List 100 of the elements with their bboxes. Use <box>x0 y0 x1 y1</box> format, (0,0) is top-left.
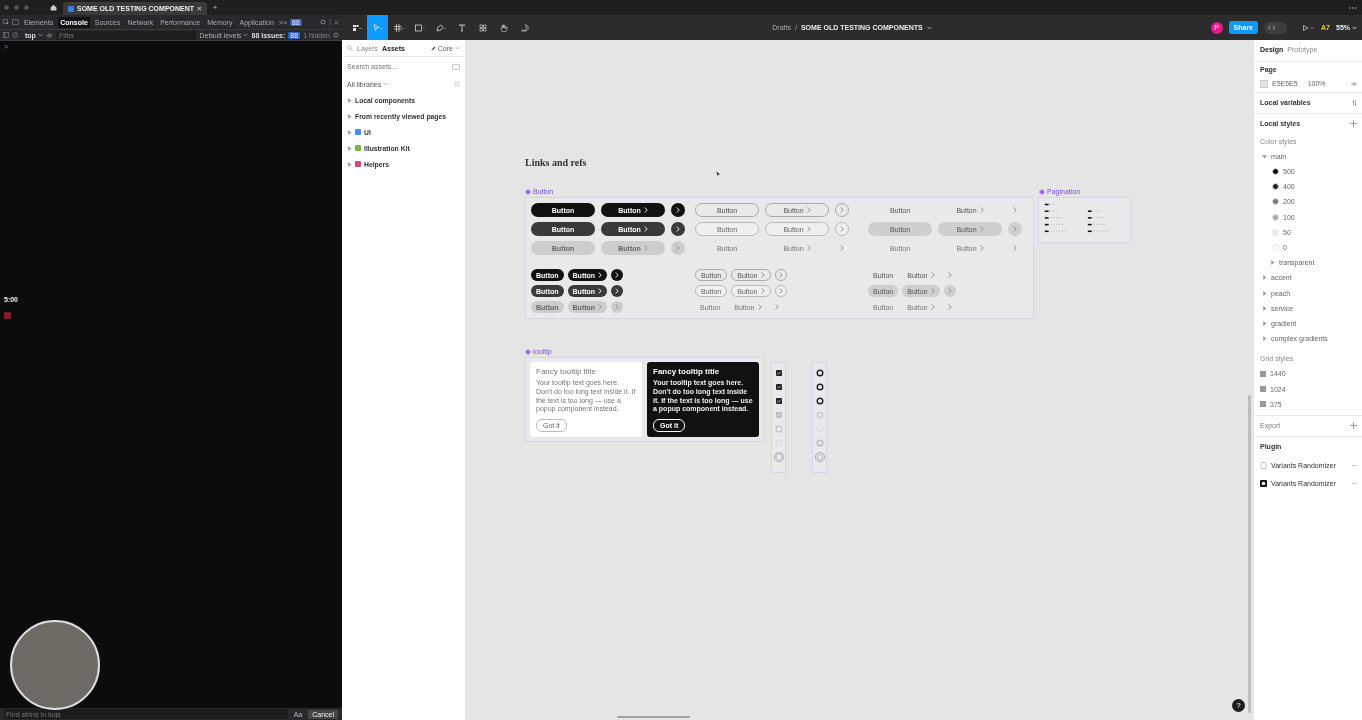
plus-icon[interactable] <box>1350 120 1357 128</box>
chevron-icon <box>615 272 620 278</box>
disclosure-icon[interactable] <box>347 129 352 135</box>
disclosure-icon[interactable] <box>1262 320 1267 326</box>
settings-icon[interactable] <box>333 32 339 38</box>
chevron-icon <box>1013 245 1017 251</box>
disclosure-icon[interactable] <box>347 97 352 103</box>
close-button[interactable]: × <box>197 4 202 13</box>
checkbox[interactable] <box>773 368 784 378</box>
cursor-icon[interactable] <box>372 23 383 32</box>
play-icon[interactable] <box>1303 24 1316 31</box>
settings-icon[interactable] <box>320 19 326 25</box>
window-controls-icon[interactable] <box>4 5 30 10</box>
menu-icon[interactable] <box>351 23 362 32</box>
frame-icon[interactable] <box>393 23 404 32</box>
components-icon[interactable] <box>478 23 487 32</box>
component-frame[interactable] <box>812 362 827 473</box>
chevron-icon <box>930 272 935 278</box>
close-icon[interactable] <box>334 19 339 25</box>
chevron-icon <box>778 288 783 294</box>
component-frame[interactable] <box>525 197 1034 319</box>
chevron-icon <box>947 272 952 278</box>
chevron-icon <box>778 272 783 278</box>
chevron-icon <box>774 304 779 310</box>
more-icon[interactable] <box>1349 5 1357 10</box>
chevron-icon <box>598 272 603 278</box>
icon-button[interactable] <box>671 203 685 217</box>
comment-icon[interactable] <box>520 23 529 32</box>
disclosure-icon[interactable] <box>1262 305 1267 311</box>
chevron-icon <box>760 288 765 294</box>
tooltip-title: Fancy tooltip title <box>653 367 721 376</box>
checkbox[interactable] <box>773 396 784 406</box>
disclosure-icon[interactable] <box>1262 153 1267 159</box>
help-button[interactable]: ? <box>1232 699 1245 712</box>
hand-icon[interactable] <box>499 23 508 32</box>
radio-button[interactable] <box>814 452 825 462</box>
device-icon[interactable] <box>12 19 19 25</box>
caret-icon <box>926 25 932 30</box>
checkbox[interactable] <box>773 452 784 462</box>
chevron-icon <box>1013 207 1017 213</box>
eye-icon[interactable] <box>45 32 53 38</box>
chevron-icon <box>947 288 952 294</box>
square-icon <box>4 312 11 319</box>
chevron-icon <box>676 245 680 251</box>
chevron-icon <box>598 304 603 310</box>
chevron-icon <box>840 245 844 251</box>
color-swatch[interactable] <box>1260 79 1268 88</box>
disclosure-icon[interactable] <box>347 113 352 119</box>
clear-icon[interactable] <box>12 32 18 38</box>
plus-icon[interactable] <box>1350 422 1357 430</box>
rectangle-icon[interactable] <box>414 23 425 32</box>
checkbox[interactable] <box>773 382 784 392</box>
caret-icon <box>383 82 389 86</box>
chevron-icon <box>979 226 984 232</box>
eye-icon[interactable] <box>1351 81 1357 86</box>
text-icon[interactable] <box>457 23 466 32</box>
disclosure-icon[interactable] <box>1262 290 1267 296</box>
disclosure-icon[interactable] <box>1262 336 1267 342</box>
grid-icon <box>1260 370 1266 377</box>
caret-icon <box>455 46 460 50</box>
disclosure-icon[interactable] <box>347 161 352 167</box>
book-icon[interactable] <box>452 63 460 70</box>
icon-button[interactable] <box>611 285 624 297</box>
disclosure-icon[interactable] <box>347 145 352 151</box>
component-frame[interactable] <box>771 362 786 473</box>
chevron-icon <box>615 304 620 310</box>
scrollbar[interactable] <box>617 716 690 718</box>
dev-mode-toggle[interactable] <box>1264 21 1288 34</box>
chevron-icon <box>676 207 680 213</box>
chevron-icon <box>840 226 844 232</box>
cursor-icon <box>716 171 721 177</box>
inspect-icon[interactable] <box>3 19 9 25</box>
icon-button[interactable] <box>611 269 624 281</box>
minus-icon[interactable] <box>1352 465 1357 467</box>
chevron-icon <box>615 288 620 294</box>
home-icon[interactable] <box>50 4 57 11</box>
code-icon <box>1268 25 1276 30</box>
minus-icon[interactable] <box>1352 483 1357 485</box>
disclosure-icon[interactable] <box>1270 260 1275 266</box>
radio-button[interactable] <box>814 396 825 406</box>
disclosure-icon[interactable] <box>1262 275 1267 281</box>
scrollbar[interactable] <box>1248 395 1251 713</box>
chevron-icon <box>930 304 935 310</box>
checkbox[interactable] <box>773 424 784 434</box>
radio-button[interactable] <box>814 410 825 420</box>
component-frame[interactable] <box>525 357 764 442</box>
new-tab-button[interactable]: + <box>212 3 218 12</box>
pen-icon <box>430 45 436 51</box>
radio-button[interactable] <box>814 382 825 392</box>
icon-button[interactable] <box>671 222 685 236</box>
pagination-drawing[interactable] <box>1038 197 1131 243</box>
chevron-icon <box>643 245 648 251</box>
chevron-icon <box>840 207 844 213</box>
pen-icon[interactable] <box>435 23 446 32</box>
sidebar-icon[interactable] <box>3 32 9 38</box>
radio-button[interactable] <box>814 368 825 378</box>
chevron-icon <box>979 207 984 213</box>
sliders-icon[interactable] <box>1352 99 1357 106</box>
chevron-icon <box>1013 226 1017 232</box>
search-icon[interactable] <box>347 45 353 51</box>
